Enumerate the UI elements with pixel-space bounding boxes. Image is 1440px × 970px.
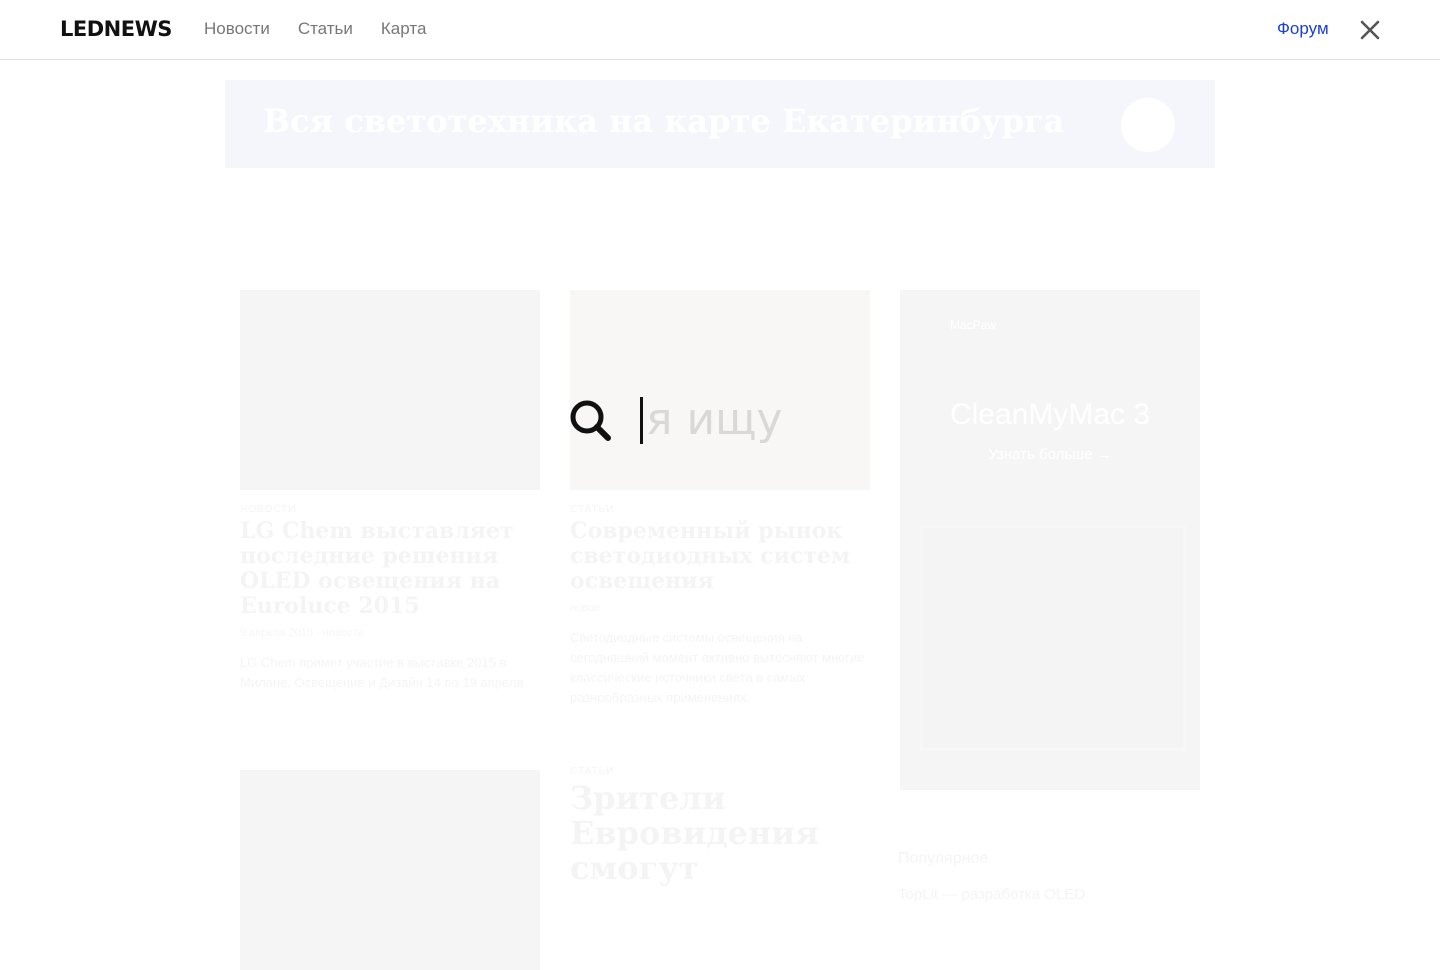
article-title: Зрители Евровидения смогут xyxy=(570,781,870,886)
article-category: статьи xyxy=(570,504,870,515)
text-cursor xyxy=(640,397,643,444)
main-nav: Новости Статьи Карта xyxy=(204,19,426,39)
article-title: Современный рынок светодиодных систем ос… xyxy=(570,519,870,594)
ad-banner: MacPaw CleanMyMac 3 Узнать больше → xyxy=(900,290,1200,790)
article-card: статьи Зрители Евровидения смогут xyxy=(570,766,870,886)
close-icon xyxy=(1360,20,1380,40)
article-meta: 9 апреля 2015 · новости xyxy=(240,627,540,639)
banner-title: Вся светотехника на карте Екатеринбурга xyxy=(263,102,1064,140)
article-category: статьи xyxy=(570,766,870,777)
background-page: Вся светотехника на карте Екатеринбурга … xyxy=(0,60,1440,970)
article-card: статьи Современный рынок светодиодных си… xyxy=(570,290,870,708)
site-logo[interactable]: LEDNEWS xyxy=(60,17,172,41)
search-input[interactable] xyxy=(646,392,976,448)
nav-item-map[interactable]: Карта xyxy=(381,19,427,39)
article-excerpt: Светодиодные системы освещения на сегодн… xyxy=(570,628,870,708)
ad-subtitle: Узнать больше → xyxy=(900,446,1200,463)
map-pin-icon xyxy=(1121,98,1175,152)
popular-item: TopLit — разработка OLED xyxy=(898,886,1085,903)
popular-heading: Популярное xyxy=(898,850,988,868)
article-card: новости LG Chem выставляет последние реш… xyxy=(240,290,540,693)
nav-item-articles[interactable]: Статьи xyxy=(298,19,353,39)
nav-item-news[interactable]: Новости xyxy=(204,19,270,39)
map-banner: Вся светотехника на карте Екатеринбурга xyxy=(225,80,1215,168)
article-title: LG Chem выставляет последние решения OLE… xyxy=(240,519,540,619)
article-category: новости xyxy=(240,504,540,515)
article-excerpt: LG Chem примет участие в выставке 2015 в… xyxy=(240,653,540,693)
close-search-button[interactable] xyxy=(1358,18,1382,42)
top-header: LEDNEWS Новости Статьи Карта Форум xyxy=(0,0,1440,60)
ad-image xyxy=(920,525,1186,751)
article-meta: новое xyxy=(570,602,870,614)
article-image xyxy=(240,770,540,970)
search-icon xyxy=(570,400,611,441)
search-bar xyxy=(568,392,988,448)
forum-link[interactable]: Форум xyxy=(1277,19,1329,39)
article-image xyxy=(240,290,540,490)
article-image xyxy=(570,290,870,490)
ad-brand: MacPaw xyxy=(950,318,996,332)
article-card xyxy=(240,770,540,970)
